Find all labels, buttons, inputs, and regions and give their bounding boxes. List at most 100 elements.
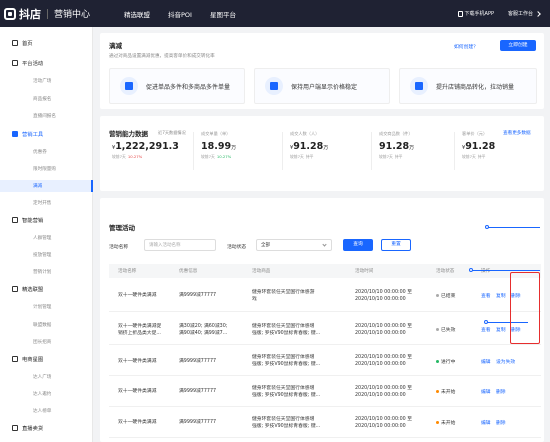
sidebar-item-live-signup[interactable]: 直播间报名	[0, 110, 93, 122]
activity-name: 双十一硬件类满减促 销挤上折品类大促...	[118, 323, 161, 337]
sidebar-item-label: 平台活动	[22, 61, 44, 67]
promo-info: 满9999减77777	[179, 388, 216, 395]
row-action-link[interactable]: 删除	[496, 388, 506, 395]
promo-info: 满9999减77777	[179, 292, 216, 299]
activity-time: 2020/10/10 00:00:00 至 2020/10/10 00:00:00	[355, 416, 412, 430]
compare-label: 较前7天	[379, 154, 393, 159]
row-action-link[interactable]: 编辑	[481, 358, 491, 365]
column-header: 活动商品	[252, 269, 271, 274]
table-row: 双十一硬件类满减 满9999减77777 健身环套装任天堂国行体感游戏 2020/10…	[109, 279, 541, 312]
table-row: 双十一硬件类满减促 销挤上折品类大促... 满30减20; 满60减30; 满90减4…	[109, 314, 541, 345]
tools-icon	[12, 131, 18, 137]
sidebar-item-smart-marketing[interactable]: 智能营销	[0, 214, 93, 226]
sidebar-item-leader-invite[interactable]: 团长招商	[0, 336, 93, 348]
status-select[interactable]: 全部	[256, 239, 332, 251]
status-text: 已失效	[441, 328, 456, 333]
metric-compare: 较前7天 持平	[379, 154, 447, 160]
row-action-link[interactable]: 编辑	[481, 419, 491, 426]
row-action-link[interactable]: 查看	[481, 292, 491, 299]
sidebar-item-coupons[interactable]: 优惠券	[0, 146, 93, 158]
divider	[282, 132, 283, 170]
top-bar: 抖店 营销中心 精选联盟 抖音POI 星图平台 下载手机APP 客服工作台	[0, 0, 550, 27]
sidebar-item-plan-manage[interactable]: 计划管理	[0, 301, 93, 313]
activity-goods: 健身环套装任天堂国行体感游戏	[252, 289, 314, 303]
metric-card: 客单价（元） ¥91.28 较前7天 持平	[462, 131, 530, 160]
metric-compare: 较前7天 10.27%	[201, 154, 269, 160]
activity-name-line: 销挤上折品类大促...	[118, 330, 161, 336]
sidebar-item-talent-invite[interactable]: 达人邀约	[0, 388, 93, 400]
activity-time-line: 2020/10/10 00:00:00	[355, 392, 406, 398]
activity-time: 2020/10/10 00:00:00 至 2020/10/10 00:00:00	[355, 289, 412, 303]
create-now-button[interactable]: 立即创建	[500, 40, 536, 51]
sidebar-item-platform-activity[interactable]: 平台活动	[0, 57, 93, 69]
activity-name-input[interactable]: 请输入活动名称	[144, 239, 216, 251]
workspace-link[interactable]: 客服工作台	[508, 10, 533, 17]
status-text: 已结束	[441, 294, 456, 299]
status-text: 未开始	[441, 390, 456, 395]
table-row: 双十一硬件类满减 满9999减77777 健身环套装任天堂国行体感增 强版; 罗技V9…	[109, 407, 541, 438]
metric-label: 成交人数（人）	[290, 131, 320, 136]
sidebar-item-audience[interactable]: 人群管理	[0, 232, 93, 244]
sidebar-item-full-reduction[interactable]: 满减	[0, 180, 93, 192]
row-action-link[interactable]: 查看	[481, 326, 491, 333]
query-button[interactable]: 查询	[343, 239, 373, 251]
metric-label: 成交金额（元）	[112, 131, 142, 136]
sidebar-item-live-selling[interactable]: 直播卖货	[0, 422, 93, 434]
row-action-link[interactable]: 编辑	[481, 388, 491, 395]
row-action-link[interactable]: 复制	[496, 326, 506, 333]
activity-goods-line: 强版; 罗技V90鼠标青春版; 键...	[252, 392, 321, 398]
activity-name: 双十一硬件类满减	[118, 292, 156, 299]
download-app-link[interactable]: 下载手机APP	[457, 10, 494, 17]
sidebar-item-talent-ranking[interactable]: 达人榜单	[0, 405, 93, 417]
phone-icon	[457, 10, 463, 17]
compare-change: 持平	[477, 154, 486, 159]
promo-info-line: 满30减20; 满60减30;	[179, 323, 228, 329]
top-nav-item[interactable]: 精选联盟	[124, 9, 150, 19]
column-header: 活动时间	[355, 269, 374, 274]
top-nav-item[interactable]: 星图平台	[210, 9, 236, 19]
sidebar-item-flash-sale[interactable]: 限时限量购	[0, 163, 93, 175]
metric-value: ¥91.28	[462, 141, 530, 152]
sidebar-item-home[interactable]: 首页	[0, 37, 93, 49]
metric-number: 91.28	[465, 141, 496, 152]
logo[interactable]: 抖店 营销中心	[4, 6, 90, 22]
sidebar-item-product-signup[interactable]: 商品报名	[0, 93, 93, 105]
sidebar-item-delivery[interactable]: 投放管理	[0, 249, 93, 261]
row-action-link[interactable]: 设为失效	[496, 358, 515, 365]
sidebar-item-alliance-data[interactable]: 联盟数据	[0, 319, 93, 331]
sidebar-item-label: 直播卖货	[22, 426, 44, 432]
top-nav-item[interactable]: 抖音POI	[168, 9, 192, 19]
reset-button[interactable]: 重置	[381, 239, 411, 251]
sidebar-item-alliance[interactable]: 精选联盟	[0, 283, 93, 295]
divider	[193, 132, 194, 170]
metric-unit: 万	[409, 145, 415, 151]
status-badge: 已结束	[436, 292, 455, 299]
metric-label: 成交单量（单）	[201, 131, 231, 136]
top-right: 下载手机APP 客服工作台	[457, 0, 541, 27]
status-text: 进行中	[441, 359, 456, 365]
activity-name-line: 双十一硬件类满减	[118, 389, 157, 394]
feature-text: 促进单品多件和多商品多件单量	[146, 83, 231, 91]
page-title: 满减	[109, 42, 122, 50]
alliance-icon	[12, 286, 18, 292]
sidebar-item-star-map[interactable]: 电商星图	[0, 353, 93, 365]
sidebar-item-marketing-tools[interactable]: 营销工具	[0, 128, 93, 140]
row-action-link[interactable]: 复制	[496, 292, 506, 299]
promo-info-line: 满9999减77777	[179, 293, 217, 298]
how-to-create-link[interactable]: 如何创建？	[454, 43, 478, 50]
sidebar-item-talent-square[interactable]: 达人广场	[0, 371, 93, 383]
sidebar-item-marketing-plan[interactable]: 营销计划	[0, 266, 93, 278]
activity-name-line: 双十一硬件类满减	[118, 420, 157, 425]
activity-name: 双十一硬件类满减	[118, 388, 156, 395]
divider	[371, 132, 372, 170]
row-action-link[interactable]: 删除	[496, 419, 506, 426]
sidebar-item-scheduled-sale[interactable]: 定时开售	[0, 197, 93, 209]
activity-name-line: 双十一硬件类满减	[118, 293, 157, 298]
status-select-value: 全部	[261, 243, 270, 248]
live-icon	[12, 425, 18, 431]
sidebar-item-label: 营销工具	[22, 132, 44, 138]
name-filter-label: 活动名称	[109, 245, 129, 250]
feature-text: 提升店铺商品转化，拉动销量	[436, 83, 515, 91]
shop-icon	[410, 77, 428, 95]
sidebar-item-activity-square[interactable]: 活动广场	[0, 75, 93, 87]
